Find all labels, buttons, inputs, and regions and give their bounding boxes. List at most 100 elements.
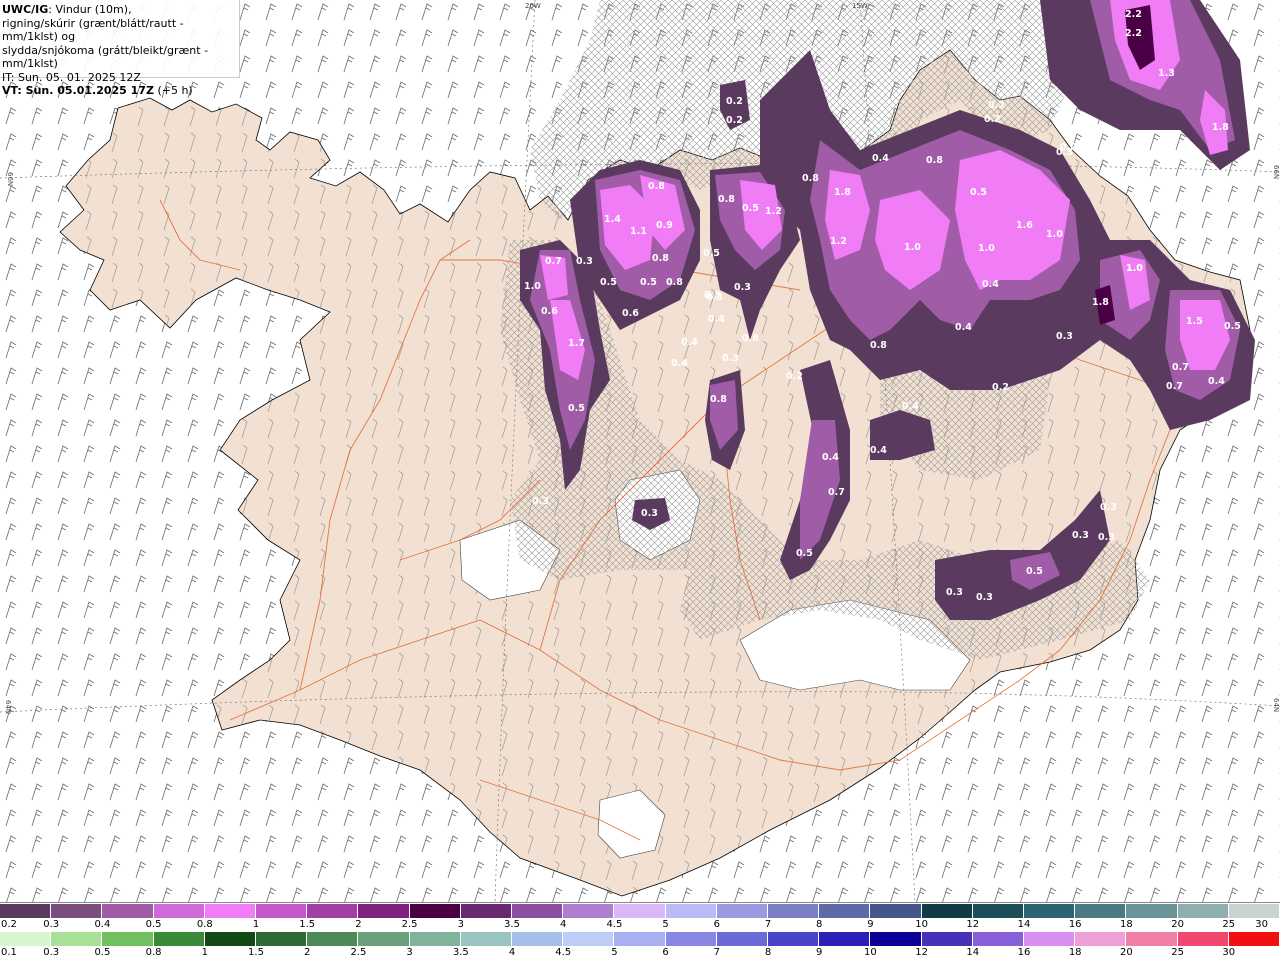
legend-tick: 2.5 <box>350 947 367 958</box>
legend-tick: 10 <box>864 947 877 958</box>
precip-value-label: 0.8 <box>742 333 759 344</box>
legend-tick: 4 <box>508 947 516 958</box>
precip-value-label: 0.4 <box>671 358 688 369</box>
legend-tick: 9 <box>867 919 874 930</box>
legend-swatch <box>1228 932 1280 946</box>
legend-tick: 12 <box>966 919 980 930</box>
legend-swatch <box>921 932 973 946</box>
legend-swatch <box>153 904 205 918</box>
precip-value-label: 1.1 <box>630 226 647 237</box>
legend-tick: 3 <box>457 919 464 930</box>
legend-swatch <box>512 904 564 918</box>
legend-swatch <box>665 932 717 946</box>
legend-swatch <box>51 932 103 946</box>
precip-value-label: 0.8 <box>666 277 683 288</box>
precip-value-label: 0.2 <box>984 114 1001 125</box>
precip-value-label: 0.5 <box>1224 321 1241 332</box>
precip-value-label: 0.5 <box>640 277 657 288</box>
map-canvas: 20W 15W 66N 64N 66N 64N 2.2 2.2 1.3 1.8 … <box>0 0 1280 902</box>
legend-tick: 16 <box>1068 919 1082 930</box>
grid-label-15w: 15W <box>852 2 868 10</box>
legend-swatch <box>870 904 922 918</box>
precip-value-label: 0.3 <box>1072 530 1089 541</box>
legend-swatch <box>153 932 205 946</box>
precip-value-label: 1.0 <box>904 242 921 253</box>
legend-tick: 0.3 <box>43 919 60 930</box>
model-name: UWC/IG <box>2 3 49 16</box>
legend-tick: 6 <box>713 919 720 930</box>
precip-value-label: 0.6 <box>541 306 558 317</box>
legend-tick: 3 <box>406 947 413 958</box>
legend-tick: 5 <box>611 947 618 958</box>
precip-value-label: 0.7 <box>1166 381 1183 392</box>
precip-value-label: 2.2 <box>1125 9 1142 20</box>
title-line: UWC/IG: Vindur (10m), <box>2 3 239 17</box>
legend-swatch <box>102 932 154 946</box>
rain-color-bar <box>0 932 1280 946</box>
precip-value-label: 0.7 <box>828 487 845 498</box>
legend-tick: 0.8 <box>196 919 213 930</box>
legend-tick: 5 <box>662 919 669 930</box>
precip-value-label: 0.3 <box>1056 331 1073 342</box>
precip-value-label: 0.4 <box>982 279 999 290</box>
precip-value-label: 0.3 <box>576 256 593 267</box>
legend-tick: 2 <box>355 919 362 930</box>
precip-value-label: 1.8 <box>1212 122 1229 133</box>
legend-tick: 9 <box>816 947 823 958</box>
legend-swatch <box>665 904 717 918</box>
legend-swatch <box>972 932 1025 946</box>
color-legend: 0.2 0.3 0.4 0.5 0.8 1 1.5 2 2.5 3 3.5 4 4.5 5 6 7 8 9 10 12… <box>0 902 1280 961</box>
legend-tick: 8 <box>816 919 823 930</box>
precip-value-label: 0.5 <box>970 187 987 198</box>
legend-swatch <box>204 932 257 946</box>
legend-swatch <box>1177 904 1229 918</box>
precip-value-label: 0.3 <box>641 508 658 519</box>
legend-tick: 1 <box>201 947 208 958</box>
legend-swatch <box>204 904 257 918</box>
legend-tick: 20 <box>1171 919 1184 930</box>
legend-swatch <box>870 932 922 946</box>
legend-tick: 14 <box>966 947 980 958</box>
legend-tick: 0.8 <box>145 947 162 958</box>
legend-tick: 1.5 <box>248 947 264 958</box>
legend-swatch <box>358 904 410 918</box>
init-time: IT: Sun. 05. 01. 2025 12Z <box>2 70 141 84</box>
legend-tick: 16 <box>1017 947 1031 958</box>
legend-swatch <box>51 904 103 918</box>
precip-value-label: 0.3 <box>946 587 963 598</box>
legend-tick: 30 <box>1255 919 1268 930</box>
legend-swatch <box>1075 932 1127 946</box>
snow-tick-labels: 0.2 0.3 0.4 0.5 0.8 1 1.5 2 2.5 3 3.5 4 4.5 5 6 7 8 9 10 12… <box>0 919 1280 932</box>
lead-time: (+5 h) <box>157 84 193 97</box>
legend-tick: 8 <box>764 947 772 958</box>
legend-swatch <box>0 904 52 918</box>
precip-value-label: 0.3 <box>1098 532 1115 543</box>
precip-value-label: 0.3 <box>976 592 993 603</box>
precip-value-label: 0.4 <box>870 445 887 456</box>
legend-swatch <box>1024 932 1076 946</box>
legend-swatch <box>716 932 769 946</box>
precip-value-label: 0.2 <box>726 96 743 107</box>
legend-swatch <box>358 932 410 946</box>
precip-value-label: 0.5 <box>796 548 813 559</box>
legend-tick: 1.5 <box>299 919 316 930</box>
legend-swatch <box>819 904 871 918</box>
precip-value-label: 1.0 <box>978 243 995 254</box>
legend-swatch <box>921 904 973 918</box>
legend-swatch <box>563 932 615 946</box>
precip-value-label: 0.8 <box>926 155 943 166</box>
weather-map: 20W 15W 66N 64N 66N 64N 2.2 2.2 1.3 1.8 … <box>0 0 1280 902</box>
grid-label-66n-right: 66N <box>1272 165 1280 179</box>
legend-tick: 2.5 <box>401 919 418 930</box>
precip-value-label: 1.8 <box>1092 297 1109 308</box>
legend-tick: 4 <box>560 919 567 930</box>
precip-value-label: 0.7 <box>545 256 562 267</box>
precip-value-label: 0.8 <box>652 253 669 264</box>
legend-tick: 0.5 <box>145 919 162 930</box>
precip-value-label: 0.2 <box>786 371 803 382</box>
precip-value-label: 0.4 <box>708 314 725 325</box>
valid-time: VT: Sun. 05.01.2025 17Z <box>2 84 154 97</box>
legend-swatch <box>307 904 359 918</box>
grid-label-64n-left: 64N <box>4 700 12 714</box>
precip-value-label: 0.2 <box>726 115 743 126</box>
